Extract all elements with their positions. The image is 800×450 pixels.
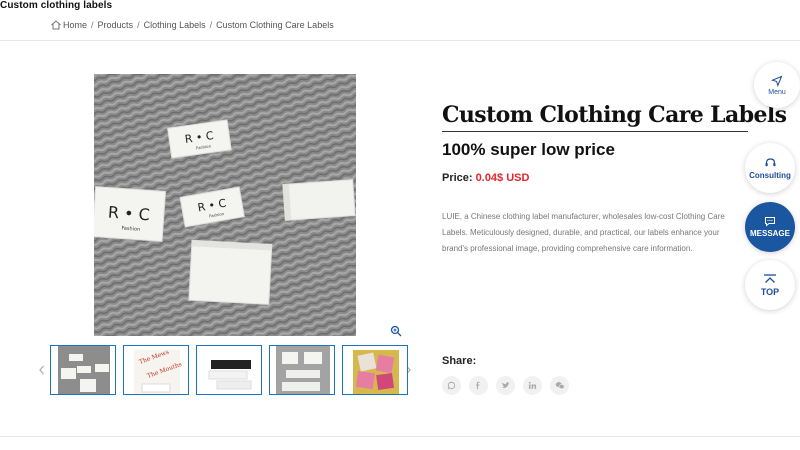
thumbnail-2[interactable]: The Mews The Mouths [123,345,189,395]
svg-text:R • C: R • C [107,203,150,225]
breadcrumb-separator: / [137,20,140,30]
price-tagline: 100% super low price [442,140,615,159]
breadcrumb-separator: / [209,20,213,30]
consulting-label: Consulting [749,170,791,180]
zoom-icon[interactable] [390,325,402,337]
breadcrumb-home[interactable]: Home [63,20,87,30]
thumbnail-3[interactable] [196,345,262,395]
arrow-up-icon [764,273,776,283]
breadcrumb-current: Custom Clothing Care Labels [216,20,334,30]
breadcrumb-clothing-labels[interactable]: Clothing Labels [144,20,206,30]
breadcrumb-separator: / [91,20,94,30]
navigation-arrow-icon [771,75,783,87]
thumbnail-4[interactable] [269,345,335,395]
menu-label: Menu [768,88,786,96]
title-underline [442,131,748,132]
price-row: Price: 0.04$ USD [442,172,529,184]
linkedin-icon[interactable] [523,376,542,395]
price-label: Price: [442,172,473,184]
facebook-icon[interactable] [469,376,488,395]
twitter-icon[interactable] [496,376,515,395]
thumbnail-5[interactable] [342,345,408,395]
home-icon[interactable] [50,19,62,31]
breadcrumb: Home / Products / Clothing Labels / Cust… [50,18,334,32]
whatsapp-icon[interactable] [442,376,461,395]
menu-button[interactable]: Menu [754,62,800,108]
product-description: LUIE, a Chinese clothing label manufactu… [442,212,725,253]
price-value: 0.04$ USD [475,172,530,184]
headset-icon [765,157,775,166]
share-icons [442,376,569,395]
thumbnail-1[interactable] [50,345,116,395]
message-label: MESSAGE [749,229,790,238]
product-title: Custom Clothing Care Labels [442,102,787,128]
chat-bubble-icon [765,217,775,227]
message-button[interactable]: MESSAGE [745,202,795,252]
breadcrumb-products[interactable]: Products [98,20,134,30]
top-label: TOP [760,286,780,297]
wechat-icon[interactable] [550,376,569,395]
consulting-button[interactable]: Consulting [745,143,795,193]
share-label: Share: [442,355,477,367]
header-divider [0,40,800,41]
chevron-left-icon[interactable] [37,364,47,376]
main-product-image[interactable]: R • C Fashion R • C Fashion R • C Fashio… [94,74,356,336]
page-title: Custom clothing labels [0,0,113,11]
footer-divider [0,436,800,437]
thumbnail-strip: The Mews The Mouths [50,345,408,395]
back-to-top-button[interactable]: TOP [745,260,795,310]
